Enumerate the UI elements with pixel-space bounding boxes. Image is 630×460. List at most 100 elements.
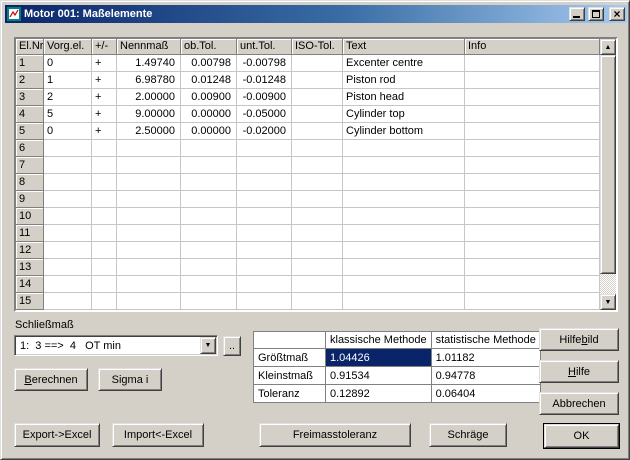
grid-cell-text[interactable]: Cylinder top xyxy=(343,106,465,123)
more-options-button[interactable]: .. xyxy=(223,336,241,356)
grid-cell-vorg[interactable] xyxy=(44,140,92,157)
grid-cell-ob[interactable] xyxy=(181,157,237,174)
row-number[interactable]: 12 xyxy=(16,242,44,259)
grid-cell-unt[interactable] xyxy=(237,208,292,225)
grid-cell-vorg[interactable] xyxy=(44,191,92,208)
result-value[interactable]: 0.91534 xyxy=(326,367,432,385)
grid-cell-iso[interactable] xyxy=(292,276,343,293)
row-number[interactable]: 8 xyxy=(16,174,44,191)
row-number[interactable]: 15 xyxy=(16,293,44,310)
combobox-dropdown-button[interactable]: ▼ xyxy=(200,337,216,354)
scrollbar-thumb[interactable] xyxy=(600,55,616,274)
grid-cell-pm[interactable] xyxy=(92,225,117,242)
grid-cell-nenn[interactable] xyxy=(117,225,181,242)
grid-cell-text[interactable] xyxy=(343,157,465,174)
grid-cell-ob[interactable] xyxy=(181,259,237,276)
row-number[interactable]: 4 xyxy=(16,106,44,123)
grid-cell-nenn[interactable]: 2.50000 xyxy=(117,123,181,140)
grid-cell-pm[interactable]: + xyxy=(92,55,117,72)
combobox-value[interactable]: 1: 3 ==> 4 OT min xyxy=(16,337,199,354)
grid-cell-unt[interactable] xyxy=(237,242,292,259)
col-header-obtol[interactable]: ob.Tol. xyxy=(181,39,237,55)
col-header-plusminus[interactable]: +/- xyxy=(92,39,117,55)
grid-cell-text[interactable] xyxy=(343,208,465,225)
result-value-selected[interactable]: 1.04426 xyxy=(326,349,432,367)
row-number[interactable]: 9 xyxy=(16,191,44,208)
grid-cell-text[interactable] xyxy=(343,242,465,259)
grid-cell-nenn[interactable] xyxy=(117,191,181,208)
grid-cell-unt[interactable] xyxy=(237,174,292,191)
grid-cell-nenn[interactable]: 2.00000 xyxy=(117,89,181,106)
freimasstoleranz-button[interactable]: Freimasstoleranz xyxy=(259,423,411,447)
grid-cell-ob[interactable] xyxy=(181,225,237,242)
titlebar[interactable]: Motor 001: Maßelemente × xyxy=(5,5,627,23)
import-excel-button[interactable]: Import<-Excel xyxy=(112,423,204,447)
row-number[interactable]: 7 xyxy=(16,157,44,174)
grid-cell-nenn[interactable] xyxy=(117,259,181,276)
grid-cell-pm[interactable]: + xyxy=(92,72,117,89)
hilfebild-button[interactable]: Hilfebild xyxy=(539,328,619,351)
row-number[interactable]: 5 xyxy=(16,123,44,140)
row-number[interactable]: 1 xyxy=(16,55,44,72)
grid-cell-nenn[interactable]: 9.00000 xyxy=(117,106,181,123)
grid-cell-text[interactable] xyxy=(343,293,465,310)
grid-cell-vorg[interactable]: 5 xyxy=(44,106,92,123)
row-number[interactable]: 3 xyxy=(16,89,44,106)
grid-cell-text[interactable] xyxy=(343,191,465,208)
grid-cell-ob[interactable]: 0.00000 xyxy=(181,123,237,140)
grid-cell-ob[interactable] xyxy=(181,208,237,225)
grid-cell-nenn[interactable] xyxy=(117,293,181,310)
col-header-isotol[interactable]: ISO-Tol. xyxy=(292,39,343,55)
grid-cell-text[interactable]: Piston rod xyxy=(343,72,465,89)
grid-cell-pm[interactable] xyxy=(92,276,117,293)
grid-cell-info[interactable] xyxy=(465,157,600,174)
row-number[interactable]: 6 xyxy=(16,140,44,157)
maximize-button[interactable] xyxy=(588,7,604,21)
hilfe-button[interactable]: Hilfe xyxy=(539,360,619,383)
grid-cell-nenn[interactable] xyxy=(117,174,181,191)
grid-cell-unt[interactable] xyxy=(237,191,292,208)
grid-cell-info[interactable] xyxy=(465,225,600,242)
grid-cell-text[interactable]: Cylinder bottom xyxy=(343,123,465,140)
grid-cell-unt[interactable] xyxy=(237,157,292,174)
grid-cell-info[interactable] xyxy=(465,123,600,140)
grid-cell-vorg[interactable]: 1 xyxy=(44,72,92,89)
grid-cell-iso[interactable] xyxy=(292,140,343,157)
schraege-button[interactable]: Schräge xyxy=(429,423,507,447)
col-header-info[interactable]: Info xyxy=(465,39,600,55)
grid-cell-vorg[interactable] xyxy=(44,225,92,242)
grid-cell-vorg[interactable] xyxy=(44,242,92,259)
grid-cell-nenn[interactable]: 6.98780 xyxy=(117,72,181,89)
grid-cell-vorg[interactable]: 2 xyxy=(44,89,92,106)
grid-cell-info[interactable] xyxy=(465,55,600,72)
grid-cell-iso[interactable] xyxy=(292,89,343,106)
col-header-vorgel[interactable]: Vorg.el. xyxy=(44,39,92,55)
grid-cell-nenn[interactable] xyxy=(117,276,181,293)
grid-cell-text[interactable]: Piston head xyxy=(343,89,465,106)
grid-cell-ob[interactable] xyxy=(181,293,237,310)
vertical-scrollbar[interactable]: ▲ ▼ xyxy=(600,39,616,310)
grid-cell-iso[interactable] xyxy=(292,293,343,310)
grid-cell-vorg[interactable] xyxy=(44,157,92,174)
grid-cell-vorg[interactable]: 0 xyxy=(44,55,92,72)
grid-cell-pm[interactable] xyxy=(92,208,117,225)
grid-cell-text[interactable] xyxy=(343,259,465,276)
grid-cell-info[interactable] xyxy=(465,72,600,89)
grid-cell-iso[interactable] xyxy=(292,157,343,174)
grid-cell-pm[interactable] xyxy=(92,174,117,191)
grid-cell-unt[interactable] xyxy=(237,140,292,157)
grid-cell-iso[interactable] xyxy=(292,174,343,191)
grid-cell-vorg[interactable] xyxy=(44,276,92,293)
grid-cell-pm[interactable] xyxy=(92,293,117,310)
grid-cell-pm[interactable] xyxy=(92,140,117,157)
grid-cell-unt[interactable]: -0.00900 xyxy=(237,89,292,106)
abbrechen-button[interactable]: Abbrechen xyxy=(539,392,619,415)
grid-cell-ob[interactable]: 0.00798 xyxy=(181,55,237,72)
grid-cell-text[interactable] xyxy=(343,140,465,157)
close-button[interactable]: × xyxy=(609,7,625,21)
grid-cell-ob[interactable] xyxy=(181,242,237,259)
col-header-elnr[interactable]: El.Nr. xyxy=(16,39,44,55)
grid-cell-info[interactable] xyxy=(465,89,600,106)
result-value[interactable]: 0.94778 xyxy=(431,367,540,385)
grid-cell-nenn[interactable] xyxy=(117,157,181,174)
